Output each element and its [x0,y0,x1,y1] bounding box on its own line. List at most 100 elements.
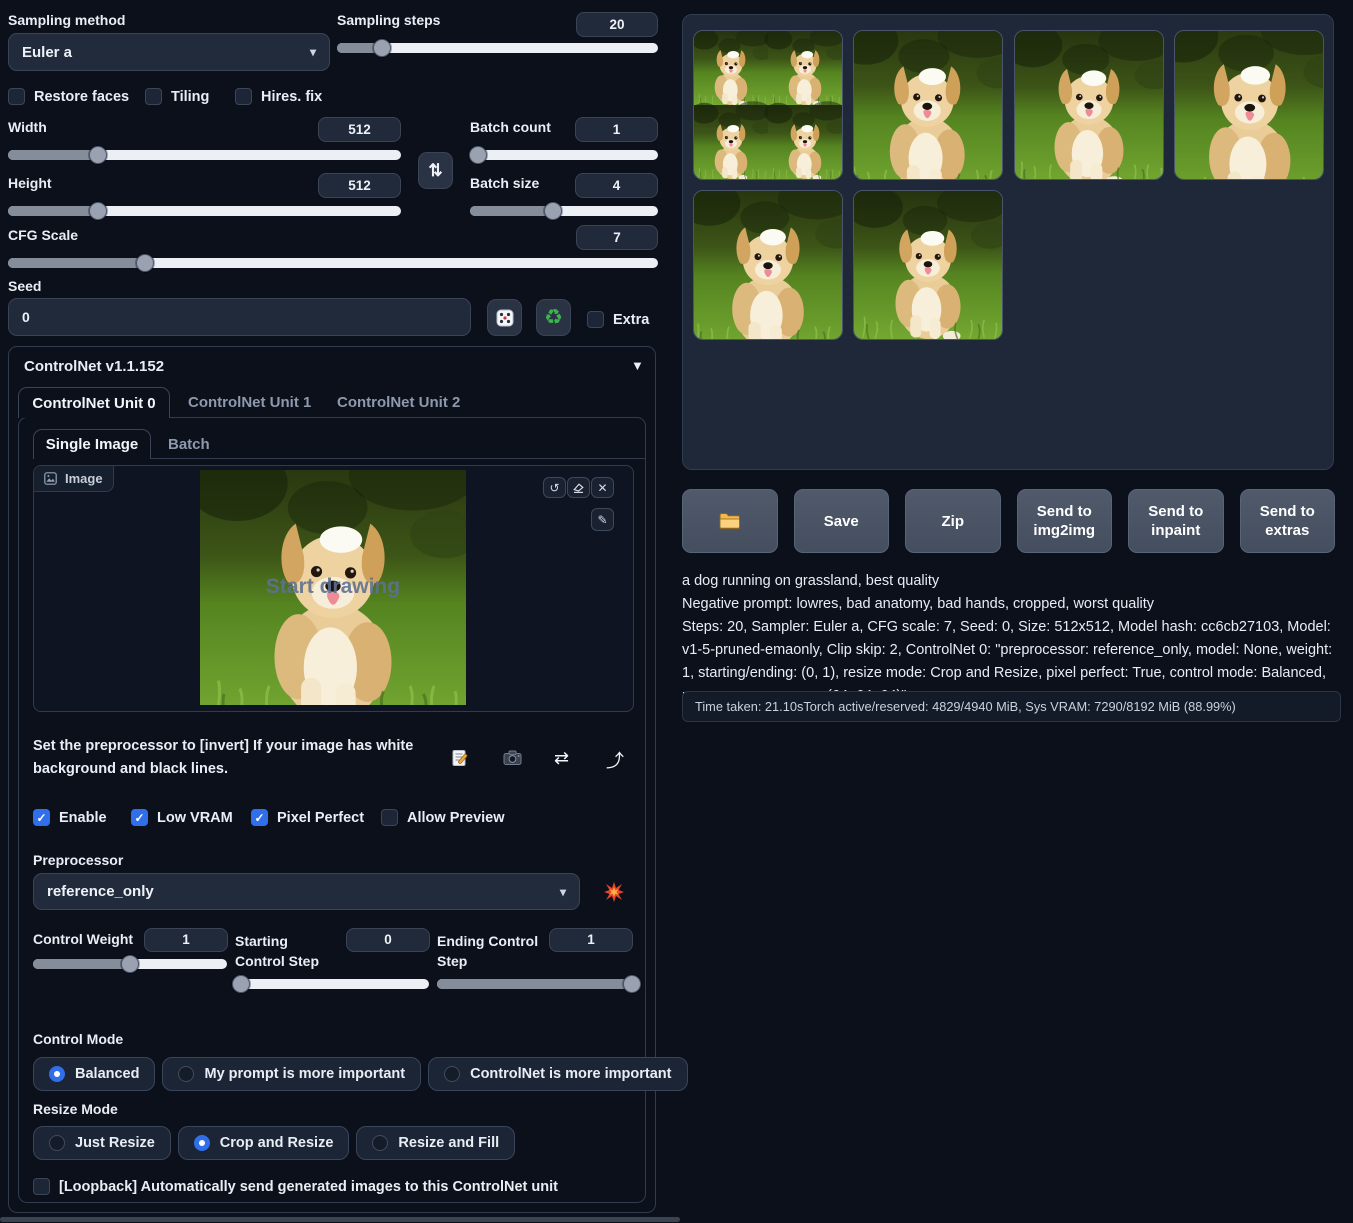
extra-seed-label: Extra [613,312,649,328]
seed-value: 0 [22,309,30,325]
control-mode-group: Balanced My prompt is more important Con… [33,1057,688,1091]
checkbox-icon [33,1178,50,1195]
batch-size-input[interactable]: 4 [575,173,658,198]
batch-count-slider[interactable] [470,146,658,164]
send-to-img2img-button[interactable]: Send to img2img [1017,489,1113,553]
horizontal-scrollbar[interactable] [0,1217,680,1222]
radio-icon [178,1066,194,1082]
eraser-icon [572,481,585,494]
enable-checkbox[interactable]: ✓ Enable [33,809,107,826]
radio-selected-icon [49,1066,65,1082]
radio-icon [372,1135,388,1151]
sampling-steps-slider[interactable] [337,39,658,57]
control-weight-input[interactable]: 1 [144,928,228,952]
starting-step-input[interactable]: 0 [346,928,430,952]
batch-size-slider[interactable] [470,202,658,220]
tab-controlnet-unit-0[interactable]: ControlNet Unit 0 [18,387,170,418]
height-slider[interactable] [8,202,401,220]
checkbox-icon [587,311,604,328]
tiling-checkbox[interactable]: Tiling [145,88,209,105]
gallery-thumb-grid[interactable] [693,30,843,180]
edit-sketch-button[interactable]: ✎ [591,508,614,531]
radio-icon [444,1066,460,1082]
pixel-perfect-checkbox[interactable]: ✓ Pixel Perfect [251,809,364,826]
cfg-scale-input[interactable]: 7 [576,225,658,250]
gallery-thumb-2[interactable] [1014,30,1164,180]
width-input[interactable]: 512 [318,117,401,142]
radio-resize-and-fill[interactable]: Resize and Fill [356,1126,515,1160]
accordion-collapse-icon[interactable]: ▼ [631,358,644,373]
sampling-method-dropdown[interactable]: Euler a ▾ [8,33,330,71]
checkbox-checked-icon: ✓ [251,809,268,826]
checkbox-icon [145,88,162,105]
sampling-steps-input[interactable]: 20 [576,12,658,37]
control-mode-label: Control Mode [33,1031,123,1047]
recycle-icon: ♻ [544,305,563,330]
prompt-text: a dog running on grassland, best quality [682,570,1344,593]
undo-button[interactable]: ↺ [543,477,566,498]
cfg-scale-label: CFG Scale [8,227,78,243]
send-to-extras-button[interactable]: Send to extras [1240,489,1336,553]
reuse-seed-button[interactable]: ♻ [536,299,571,336]
chevron-down-icon: ▾ [560,885,566,899]
random-seed-button[interactable] [487,299,522,336]
radio-just-resize[interactable]: Just Resize [33,1126,171,1160]
ending-step-label: Ending Control Step [437,931,543,971]
hires-fix-label: Hires. fix [261,89,322,105]
tiling-label: Tiling [171,89,209,105]
send-to-inpaint-button[interactable]: Send to inpaint [1128,489,1224,553]
restore-faces-checkbox[interactable]: Restore faces [8,88,129,105]
preprocessor-label: Preprocessor [33,852,123,868]
negative-prompt-text: Negative prompt: lowres, bad anatomy, ba… [682,593,1344,616]
folder-icon [718,511,742,531]
tab-controlnet-unit-1[interactable]: ControlNet Unit 1 [188,394,311,411]
radio-crop-and-resize[interactable]: Crop and Resize [178,1126,350,1160]
radio-selected-icon [194,1135,210,1151]
run-preprocessor-button[interactable] [603,881,625,908]
send-dimensions-icon[interactable]: ⤴ [606,747,624,773]
gallery-thumb-4[interactable] [693,190,843,340]
ending-step-slider[interactable] [437,975,632,993]
sampling-method-value: Euler a [22,44,72,61]
gallery-thumb-1[interactable] [853,30,1003,180]
memo-icon [450,748,470,768]
radio-balanced[interactable]: Balanced [33,1057,155,1091]
seed-input[interactable]: 0 [8,298,471,336]
webcam-button[interactable] [502,748,523,773]
loopback-checkbox[interactable]: [Loopback] Automatically send generated … [33,1178,633,1195]
tab-controlnet-unit-2[interactable]: ControlNet Unit 2 [337,394,460,411]
starting-step-slider[interactable] [235,975,429,993]
sampling-method-label: Sampling method [8,12,125,28]
new-canvas-button[interactable] [450,748,470,773]
restore-faces-label: Restore faces [34,89,129,105]
cfg-scale-slider[interactable] [8,254,658,272]
width-slider[interactable] [8,146,401,164]
radio-prompt-important[interactable]: My prompt is more important [162,1057,421,1091]
batch-count-input[interactable]: 1 [575,117,658,142]
low-vram-checkbox[interactable]: ✓ Low VRAM [131,809,233,826]
checkbox-icon [8,88,25,105]
eraser-button[interactable] [567,477,590,498]
swap-width-height-button[interactable]: ⇅ [418,152,453,189]
allow-preview-checkbox[interactable]: Allow Preview [381,809,505,826]
open-folder-button[interactable] [682,489,778,553]
preprocessor-dropdown[interactable]: reference_only ▾ [33,873,580,910]
ending-step-input[interactable]: 1 [549,928,633,952]
zip-button[interactable]: Zip [905,489,1001,553]
mirror-webcam-icon[interactable]: ⇄ [554,748,569,769]
control-weight-slider[interactable] [33,955,227,973]
tab-single-image[interactable]: Single Image [33,429,151,459]
controlnet-title[interactable]: ControlNet v1.1.152 [24,358,164,375]
radio-controlnet-important[interactable]: ControlNet is more important [428,1057,687,1091]
image-icon [44,472,57,485]
gallery-thumb-5[interactable] [853,190,1003,340]
height-input[interactable]: 512 [318,173,401,198]
clear-image-button[interactable]: ✕ [591,477,614,498]
control-weight-label: Control Weight [33,931,133,947]
save-button[interactable]: Save [794,489,890,553]
hires-fix-checkbox[interactable]: Hires. fix [235,88,322,105]
controlnet-input-image[interactable]: Start drawing [200,470,466,705]
extra-seed-checkbox[interactable]: Extra [587,311,649,328]
tab-batch[interactable]: Batch [168,436,210,453]
gallery-thumb-3[interactable] [1174,30,1324,180]
